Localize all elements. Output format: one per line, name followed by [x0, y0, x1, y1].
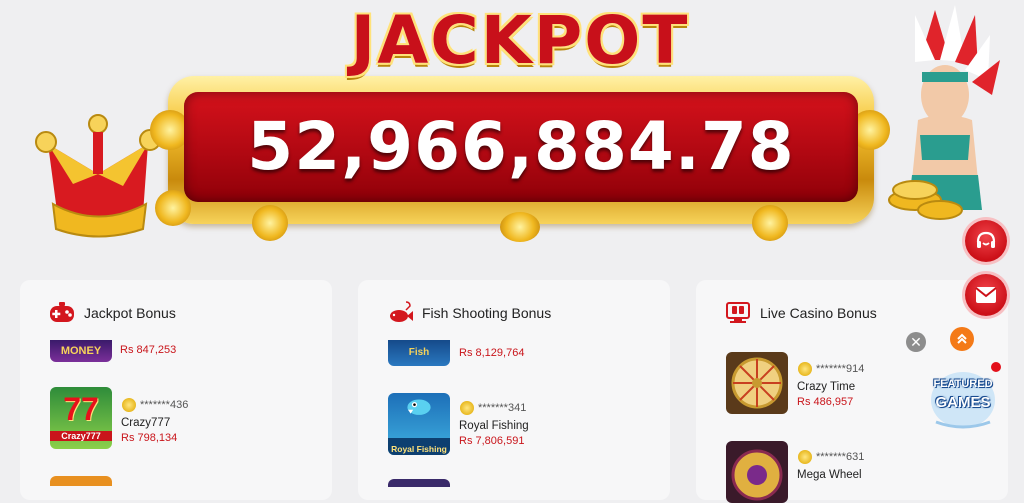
games-label: GAMES — [935, 394, 991, 411]
winner-username: *******914 — [816, 363, 865, 375]
ornament-icon — [752, 205, 788, 241]
jackpot-title: JACKPOT — [350, 2, 690, 79]
coin-icon — [798, 362, 812, 376]
game-name[interactable]: Crazy777 — [121, 417, 170, 429]
winner-username: *******341 — [478, 402, 527, 414]
win-amount: Rs 847,253 — [120, 344, 177, 356]
fish-icon — [407, 399, 431, 415]
scroll-to-top-button[interactable] — [950, 327, 974, 351]
featured-games-button[interactable]: FEATURED GAMES — [928, 362, 998, 434]
card-title: Live Casino Bonus — [760, 305, 877, 321]
wheel-icon — [731, 449, 783, 501]
game-name[interactable]: Crazy Time — [797, 381, 855, 393]
mail-icon — [975, 287, 997, 303]
win-amount: Rs 7,806,591 — [459, 435, 525, 447]
customer-support-button[interactable] — [965, 220, 1007, 262]
gamepad-icon — [50, 302, 74, 322]
win-amount: Rs 798,134 — [121, 432, 178, 444]
jackpot-banner: 52,966,884.78 JACKPOT — [0, 0, 1024, 260]
game-thumbnail[interactable]: Royal Fishing — [388, 393, 450, 455]
fish-icon — [390, 301, 413, 322]
win-amount: Rs 486,957 — [797, 396, 854, 408]
jackpot-bonus-card: Jackpot Bonus MONEY POT Rs 847,253 77 Cr… — [20, 280, 332, 500]
jackpot-amount: 52,966,884.78 — [247, 108, 795, 185]
featured-label: FEATURED — [933, 378, 993, 390]
ornament-icon — [500, 212, 540, 242]
game-thumbnail[interactable] — [726, 441, 788, 503]
coin-icon — [122, 398, 136, 412]
game-thumbnail[interactable]: MONEY POT — [50, 340, 112, 362]
winner-user: *******436 — [122, 398, 188, 412]
game-thumbnail[interactable]: Fish JACKPOT — [388, 340, 450, 366]
game-thumbnail[interactable]: 77 Crazy777 — [50, 387, 112, 449]
fish-shooting-bonus-card: Fish Shooting Bonus Fish JACKPOT Rs 8,12… — [358, 280, 670, 500]
goddess-character-icon — [888, 5, 1000, 220]
winner-username: *******631 — [816, 451, 865, 463]
card-title: Fish Shooting Bonus — [422, 305, 552, 321]
wheel-icon — [731, 357, 783, 409]
ornament-icon — [252, 205, 288, 241]
winner-user: *******631 — [798, 450, 864, 464]
coin-icon — [798, 450, 812, 464]
thumbnail-text: Fish JACKPOT — [408, 347, 430, 358]
thumbnail-text: Royal Fishing — [388, 438, 450, 455]
chevron-up-icon — [957, 333, 967, 344]
game-name[interactable]: Mega Wheel — [797, 469, 862, 481]
win-amount: Rs 8,129,764 — [459, 347, 525, 359]
winner-user: *******914 — [798, 362, 864, 376]
coin-icon — [460, 401, 474, 415]
game-thumbnail[interactable] — [726, 352, 788, 414]
winner-user: *******341 — [460, 401, 526, 415]
card-header: Live Casino Bonus — [724, 300, 877, 326]
thumbnail-text: MONEY POT — [60, 345, 102, 357]
close-featured-button[interactable]: ✕ — [906, 332, 926, 352]
thumbnail-text: Crazy777 — [50, 431, 112, 441]
card-header: Jackpot Bonus — [48, 300, 176, 326]
live-casino-icon — [726, 302, 750, 323]
headset-icon — [976, 231, 996, 248]
game-thumbnail[interactable] — [388, 479, 450, 487]
game-thumbnail[interactable] — [50, 476, 112, 486]
notification-dot — [991, 362, 1001, 372]
card-title: Jackpot Bonus — [84, 305, 176, 321]
messages-button[interactable] — [965, 274, 1007, 316]
card-header: Fish Shooting Bonus — [386, 300, 551, 326]
game-name[interactable]: Royal Fishing — [459, 420, 529, 432]
winner-username: *******436 — [140, 399, 189, 411]
